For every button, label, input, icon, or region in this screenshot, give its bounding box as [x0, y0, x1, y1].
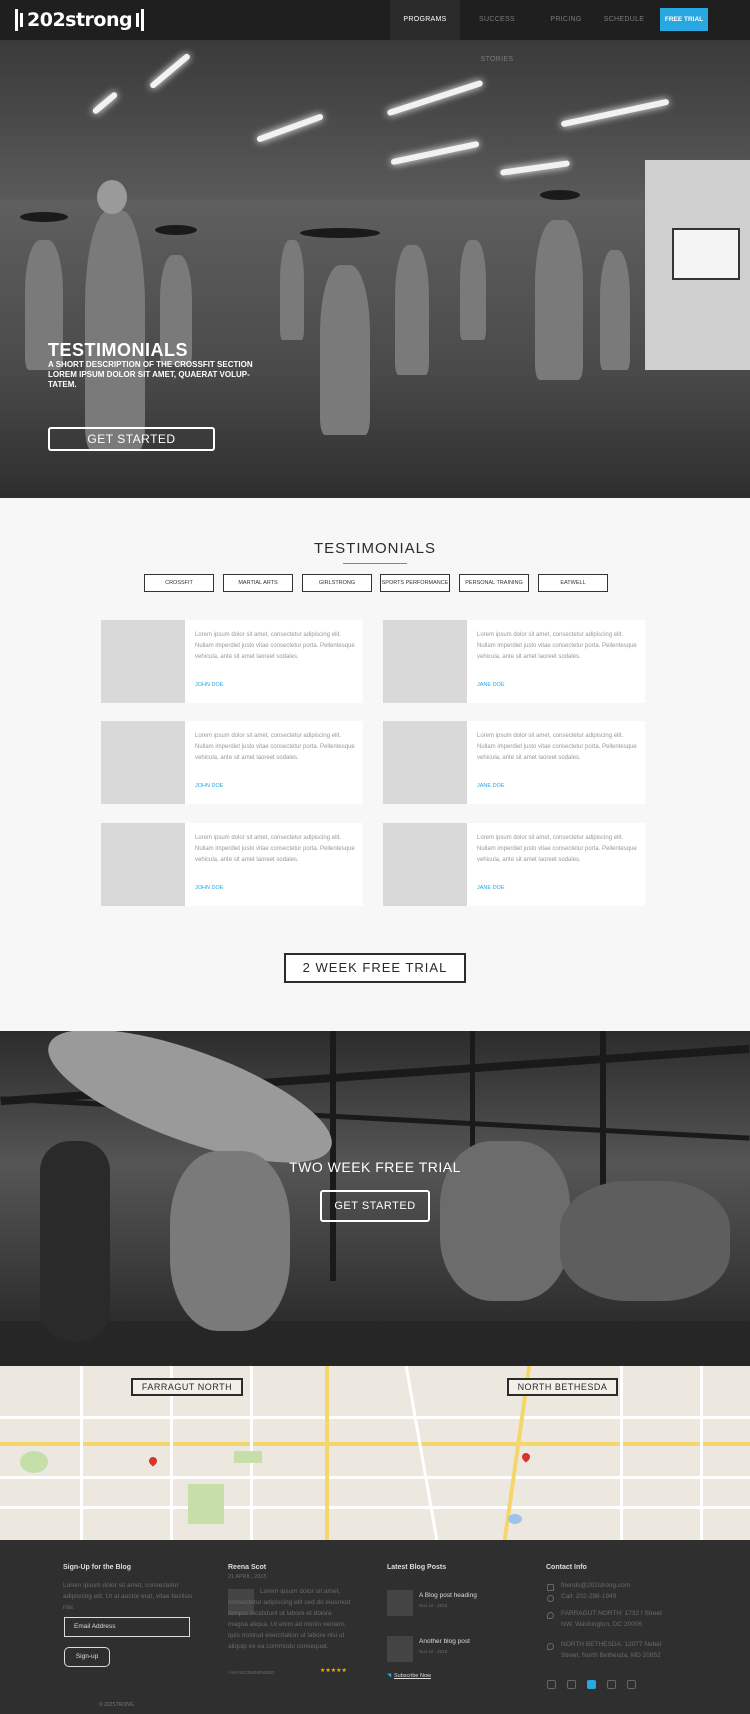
testimonial-card: Lorem ipsum dolor sit amet, consectetur …: [383, 823, 645, 906]
map-label-farragut: FARRAGUT NORTH: [131, 1378, 243, 1396]
testimonial-author[interactable]: Jane Doe: [477, 682, 505, 688]
testimonial-card: Lorem ipsum dolor sit amet, consectetur …: [101, 823, 363, 906]
nav-programs[interactable]: Programs: [390, 0, 460, 40]
copyright: © 202STRONG: [99, 1702, 134, 1708]
review-date: 21 APRIL, 2015: [228, 1574, 267, 1580]
twitter-icon[interactable]: [547, 1680, 556, 1689]
testimonial-card: Lorem ipsum dolor sit amet, consectetur …: [101, 620, 363, 703]
testimonials-heading: TESTIMONIALS: [313, 540, 437, 557]
blog-post-thumb: [387, 1590, 413, 1616]
nav-pricing[interactable]: Pricing: [536, 0, 596, 40]
heading-underline: [343, 563, 407, 564]
testimonial-text: Lorem ipsum dolor sit amet, consectetur …: [477, 835, 637, 863]
mail-icon: [547, 1584, 554, 1591]
locations-map[interactable]: FARRAGUT NORTH NORTH BETHESDA: [0, 1366, 750, 1540]
testimonial-card: Lorem ipsum dolor sit amet, consectetur …: [101, 721, 363, 804]
review-tag: I AM RECOMMENDED: [228, 1670, 275, 1675]
testimonial-photo: [101, 823, 185, 906]
get-started-button[interactable]: GET STARTED: [48, 427, 215, 451]
facebook-icon[interactable]: [587, 1680, 596, 1689]
site-footer: Sign-Up for the Blog Lorem ipsum dolor s…: [0, 1540, 750, 1714]
blog-post-title[interactable]: A Blog post heading: [419, 1592, 477, 1599]
review-text: Lorem ipsum dolor sit amet, consectetur …: [228, 1588, 351, 1650]
rss-icon: ◥: [387, 1673, 392, 1679]
signup-text: Lorem ipsum dolor sit amet, consectetur …: [63, 1582, 193, 1611]
blog-post-date: Nov 12 - 2015: [419, 1603, 448, 1608]
phone-icon: [547, 1595, 554, 1602]
map-pin-farragut-icon[interactable]: [147, 1455, 159, 1467]
testimonial-text: Lorem ipsum dolor sit amet, consectetur …: [477, 733, 637, 761]
testimonial-author[interactable]: Jane Doe: [477, 885, 505, 891]
hero-title: TESTIMONIALS: [48, 340, 188, 360]
free-trial-button[interactable]: Free Trial: [660, 8, 708, 31]
testimonial-photo: [101, 721, 185, 804]
map-label-bethesda: NORTH BETHESDA: [507, 1378, 618, 1396]
testimonial-photo: [383, 620, 467, 703]
filter-personal-training[interactable]: Personal Training: [459, 574, 529, 592]
blog-post-title[interactable]: Another blog post: [419, 1638, 470, 1645]
two-week-free-trial-button[interactable]: 2 WEEK FREE TRIAL: [284, 953, 466, 983]
pinterest-icon[interactable]: [607, 1680, 616, 1689]
map-pin-bethesda-icon[interactable]: [520, 1451, 532, 1463]
testimonial-text: Lorem ipsum dolor sit amet, consectetur …: [195, 632, 355, 660]
testimonial-card: Lorem ipsum dolor sit amet, consectetur …: [383, 620, 645, 703]
site-logo[interactable]: 202strong: [14, 7, 145, 33]
testimonial-photo: [383, 721, 467, 804]
contact-heading: Contact Info: [546, 1564, 587, 1571]
testimonial-text: Lorem ipsum dolor sit amet, consectetur …: [195, 733, 355, 761]
contact-address-1: FARRAGUT NORTH: 1732 I Street NW, Washin…: [561, 1610, 662, 1628]
hero-subtitle: A SHORT DESCRIPTION OF THE CROSSFIT SECT…: [48, 360, 253, 389]
blog-post-date: Nov 12 - 2015: [419, 1649, 448, 1654]
filter-sports-performance[interactable]: Sports Performance: [380, 574, 450, 592]
email-input[interactable]: Email Address: [64, 1617, 190, 1637]
blog-heading: Latest Blog Posts: [387, 1564, 447, 1571]
testimonial-author[interactable]: John Doe: [195, 783, 223, 789]
logo-text: 202strong: [27, 9, 133, 31]
nav-schedule[interactable]: Schedule: [593, 0, 655, 40]
testimonial-author[interactable]: Jane Doe: [477, 783, 505, 789]
rating-stars: ★★★★★: [320, 1668, 347, 1674]
contact-address-2: NORTH BETHESDA: 12077 Nebel Street, Nort…: [561, 1641, 662, 1659]
hero-banner: TESTIMONIALS A SHORT DESCRIPTION OF THE …: [0, 40, 750, 498]
contact-email[interactable]: friends@202strong.com: [561, 1580, 681, 1591]
instagram-icon[interactable]: [567, 1680, 576, 1689]
subscribe-link[interactable]: Subscribe Now: [394, 1673, 431, 1679]
location-icon: [547, 1643, 554, 1650]
testimonial-text: Lorem ipsum dolor sit amet, consectetur …: [477, 632, 637, 660]
blog-post-thumb: [387, 1636, 413, 1662]
contact-phone: Call: 202-296-1949: [561, 1593, 617, 1600]
youtube-icon[interactable]: [627, 1680, 636, 1689]
filter-crossfit[interactable]: Crossfit: [144, 574, 214, 592]
testimonial-photo: [101, 620, 185, 703]
testimonial-card: Lorem ipsum dolor sit amet, consectetur …: [383, 721, 645, 804]
top-navbar: 202strong Programs Success Stories Prici…: [0, 0, 750, 63]
signup-heading: Sign-Up for the Blog: [63, 1564, 132, 1571]
nav-success-stories[interactable]: Success Stories: [462, 0, 532, 63]
testimonial-photo: [383, 823, 467, 906]
filter-martial-arts[interactable]: Martial Arts: [223, 574, 293, 592]
location-icon: [547, 1612, 554, 1619]
testimonial-author[interactable]: John Doe: [195, 885, 223, 891]
signup-button[interactable]: Sign-up: [64, 1647, 110, 1667]
trial-banner-title: TWO WEEK FREE TRIAL: [289, 1159, 461, 1175]
filter-eatwell[interactable]: Eatwell: [538, 574, 608, 592]
trial-get-started-button[interactable]: GET STARTED: [320, 1190, 430, 1222]
filter-girlstrong[interactable]: Girlstrong: [302, 574, 372, 592]
review-heading: Reena Scot: [228, 1564, 267, 1571]
whiteboard: [672, 228, 740, 280]
testimonial-text: Lorem ipsum dolor sit amet, consectetur …: [195, 835, 355, 863]
testimonial-author[interactable]: John Doe: [195, 682, 223, 688]
